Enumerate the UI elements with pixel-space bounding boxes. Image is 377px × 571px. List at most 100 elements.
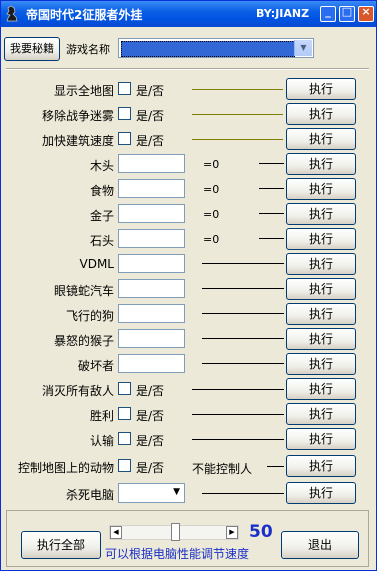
checkbox-map[interactable] [118, 82, 131, 95]
speed-slider[interactable]: ◀ ▶ [109, 523, 239, 541]
unit-label-flying-dog: 飞行的狗 [65, 309, 114, 323]
divider-line [192, 89, 283, 90]
divider-line [202, 363, 284, 364]
saboteur-input[interactable] [118, 354, 185, 373]
action-yesno-destroy-enemies: 是/否 [136, 384, 165, 398]
resource-label-stone: 石头 [89, 234, 114, 248]
exec-button-vdml[interactable]: 执行 [286, 253, 356, 275]
dropdown-button[interactable]: ▼ [294, 40, 312, 56]
chevron-down-icon: ▼ [300, 43, 307, 52]
slider-left-arrow-icon[interactable]: ◀ [110, 526, 122, 539]
speed-note: 可以根据电脑性能调节速度 [105, 547, 250, 561]
food-input[interactable] [118, 179, 185, 198]
exec-button-cobra-car[interactable]: 执行 [286, 278, 356, 300]
minimize-button[interactable]: _ [320, 5, 336, 22]
close-icon: × [361, 5, 371, 18]
divider-line [192, 439, 284, 440]
stone-value: =0 [203, 233, 220, 246]
maximize-icon: □ [341, 5, 353, 18]
control-animals-note: 不能控制人 [192, 462, 253, 476]
resource-label-wood: 木头 [89, 159, 114, 173]
exec-button-destroy-enemies[interactable]: 执行 [286, 378, 356, 400]
checkbox-control-animals[interactable] [118, 459, 131, 472]
action-label-resign: 认输 [89, 434, 114, 448]
stone-input[interactable] [118, 229, 185, 248]
exec-button-build[interactable]: 执行 [286, 128, 356, 150]
vdml-input[interactable] [118, 254, 185, 273]
divider-line [202, 263, 284, 264]
exec-button-saboteur[interactable]: 执行 [286, 353, 356, 375]
flying-dog-input[interactable] [118, 304, 185, 323]
divider-line [192, 414, 284, 415]
action-label-control-animals: 控制地图上的动物 [17, 461, 114, 475]
divider-line [192, 389, 284, 390]
action-label-victory: 胜利 [89, 409, 114, 423]
exec-button-stone[interactable]: 执行 [286, 228, 356, 250]
exec-button-map[interactable]: 执行 [286, 78, 356, 100]
toggle-label-build: 加快建筑速度 [41, 134, 114, 148]
divider-line [259, 213, 284, 214]
divider-line [202, 338, 284, 339]
exec-button-wood[interactable]: 执行 [286, 153, 356, 175]
slider-right-arrow-icon[interactable]: ▶ [226, 526, 238, 539]
game-name-selection [121, 41, 295, 57]
cobra-car-input[interactable] [118, 279, 185, 298]
action-yesno-resign: 是/否 [136, 434, 165, 448]
kill-computer-select[interactable]: ▼ [118, 483, 185, 503]
unit-label-vdml: VDML [79, 257, 115, 271]
wood-input[interactable] [118, 154, 185, 173]
game-name-select[interactable]: ▼ [118, 38, 314, 58]
action-yesno-victory: 是/否 [136, 409, 165, 423]
divider-line [267, 466, 284, 467]
action-yesno-control-animals: 是/否 [136, 461, 165, 475]
exec-button-resign[interactable]: 执行 [286, 428, 356, 450]
close-button[interactable]: × [358, 5, 374, 22]
checkbox-destroy-enemies[interactable] [118, 382, 131, 395]
checkbox-build[interactable] [118, 132, 131, 145]
exec-button-kill-computer[interactable]: 执行 [286, 482, 356, 504]
chevron-down-icon: ▼ [173, 487, 180, 497]
main-window: 帝国时代2征服者外挂 BY:JIANZ _ □ × 我要秘籍 游戏名称 ▼ 显示… [0, 0, 377, 571]
gold-value: =0 [203, 208, 220, 221]
toggle-yesno-fog: 是/否 [136, 109, 165, 123]
furious-monkey-input[interactable] [118, 329, 185, 348]
window-title: 帝国时代2征服者外挂 [26, 8, 143, 22]
divider-line [202, 493, 284, 494]
food-value: =0 [203, 183, 220, 196]
exec-button-flying-dog[interactable]: 执行 [286, 303, 356, 325]
unit-label-cobra-car: 眼镜蛇汽车 [53, 284, 114, 298]
divider-line [202, 288, 284, 289]
exec-button-victory[interactable]: 执行 [286, 403, 356, 425]
wood-value: =0 [203, 158, 220, 171]
divider-line [192, 139, 283, 140]
gold-input[interactable] [118, 204, 185, 223]
exec-button-control-animals[interactable]: 执行 [286, 455, 356, 477]
speed-value: 50 [249, 522, 273, 542]
exit-button[interactable]: 退出 [281, 531, 359, 559]
unit-label-saboteur: 破坏者 [77, 359, 114, 373]
maximize-button[interactable]: □ [339, 5, 355, 22]
divider-line [259, 163, 284, 164]
exec-button-food[interactable]: 执行 [286, 178, 356, 200]
checkbox-resign[interactable] [118, 432, 131, 445]
checkbox-victory[interactable] [118, 407, 131, 420]
divider-line [259, 238, 284, 239]
knight-icon [6, 5, 18, 22]
resource-label-food: 食物 [89, 184, 114, 198]
kill-computer-label: 杀死电脑 [65, 488, 114, 502]
window-author: BY:JIANZ [256, 7, 310, 20]
divider-line [202, 313, 284, 314]
exec-button-furious-monkey[interactable]: 执行 [286, 328, 356, 350]
toggle-label-fog: 移除战争迷雾 [41, 109, 114, 123]
divider-line [192, 114, 283, 115]
slider-thumb[interactable] [171, 523, 180, 541]
secret-cheats-button[interactable]: 我要秘籍 [4, 37, 60, 61]
unit-label-furious-monkey: 暴怒的猴子 [53, 334, 114, 348]
exec-button-gold[interactable]: 执行 [286, 203, 356, 225]
title-bar[interactable]: 帝国时代2征服者外挂 BY:JIANZ _ □ × [1, 1, 376, 27]
checkbox-fog[interactable] [118, 107, 131, 120]
exec-all-button[interactable]: 执行全部 [21, 531, 101, 559]
toggle-yesno-build: 是/否 [136, 134, 165, 148]
game-name-label: 游戏名称 [66, 43, 110, 56]
exec-button-fog[interactable]: 执行 [286, 103, 356, 125]
